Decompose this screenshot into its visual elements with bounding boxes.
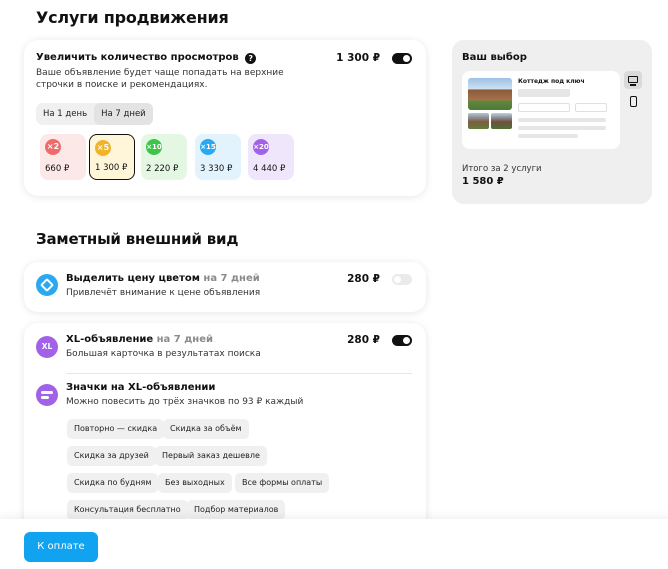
xl-description: Большая карточка в результатах поиска bbox=[66, 349, 261, 359]
highlight-price-toggle[interactable] bbox=[392, 274, 412, 285]
views-description: Ваше объявление будет чаще попадать на в… bbox=[36, 68, 284, 90]
views-option-x2[interactable]: ×2 660 ₽ bbox=[40, 134, 86, 180]
views-title: Увеличить количество просмотров ? bbox=[36, 52, 257, 64]
badge-chip-first-order[interactable]: Первый заказ дешевле bbox=[155, 446, 267, 466]
badge-chip-repeat-discount[interactable]: Повторно — скидка bbox=[67, 419, 165, 439]
preview-thumb-2 bbox=[491, 113, 512, 129]
multiplier-badge: ×20 bbox=[253, 139, 269, 155]
preview-placeholder-field-1 bbox=[518, 103, 570, 112]
badge-chip-all-payment-forms[interactable]: Все формы оплаты bbox=[235, 473, 330, 493]
highlight-price-card: Выделить цену цветом на 7 дней Привлечёт… bbox=[24, 262, 426, 312]
preview-thumb-1 bbox=[468, 113, 489, 129]
multiplier-badge: ×5 bbox=[95, 140, 111, 156]
choice-title: Ваш выбор bbox=[462, 52, 527, 63]
badge-chip-friends-discount[interactable]: Скидка за друзей bbox=[67, 446, 156, 466]
badge-chip-weekday-discount[interactable]: Скидка по будням bbox=[67, 473, 159, 493]
preview-placeholder-line-1 bbox=[518, 118, 606, 122]
ad-preview: Коттедж под ключ bbox=[462, 71, 620, 149]
preview-placeholder-line-3 bbox=[518, 134, 578, 138]
badge-chip-volume-discount[interactable]: Скидка за объём bbox=[163, 419, 249, 439]
pay-button[interactable]: К оплате bbox=[24, 532, 98, 562]
option-price: 660 ₽ bbox=[45, 164, 70, 174]
mobile-view-button[interactable] bbox=[624, 93, 642, 111]
badge-chip-no-weekends[interactable]: Без выходных bbox=[158, 473, 232, 493]
bottom-bar bbox=[0, 519, 668, 569]
highlight-price-icon bbox=[36, 274, 58, 296]
views-toggle[interactable] bbox=[392, 53, 412, 64]
badge-chip-free-consultation[interactable]: Консультация бесплатно bbox=[67, 500, 188, 520]
views-option-x5[interactable]: ×5 1 300 ₽ bbox=[89, 134, 135, 180]
views-option-x20[interactable]: ×20 4 440 ₽ bbox=[248, 134, 294, 180]
badges-icon bbox=[36, 384, 58, 406]
badges-title: Значки на XL-объявлении bbox=[66, 382, 216, 393]
desktop-view-button[interactable] bbox=[624, 71, 642, 89]
option-price: 4 440 ₽ bbox=[253, 164, 286, 174]
multiplier-badge: ×10 bbox=[146, 139, 162, 155]
xl-card: XL XL-объявление на 7 дней Большая карто… bbox=[24, 323, 426, 533]
highlight-price-price: 280 ₽ bbox=[347, 273, 380, 285]
views-option-x10[interactable]: ×10 2 220 ₽ bbox=[141, 134, 187, 180]
period-option-1-day[interactable]: На 1 день bbox=[36, 103, 94, 125]
views-price: 1 300 ₽ bbox=[336, 52, 380, 64]
highlight-price-description: Привлечёт внимание к цене объявления bbox=[66, 288, 261, 298]
xl-toggle[interactable] bbox=[392, 335, 412, 346]
badge-chip-material-selection[interactable]: Подбор материалов bbox=[187, 500, 286, 520]
multiplier-badge: ×2 bbox=[45, 139, 61, 155]
total-value: 1 580 ₽ bbox=[462, 176, 504, 187]
option-price: 1 300 ₽ bbox=[95, 163, 128, 173]
help-icon[interactable]: ? bbox=[245, 53, 257, 64]
option-price: 3 330 ₽ bbox=[200, 164, 233, 174]
views-option-x15[interactable]: ×15 3 330 ₽ bbox=[195, 134, 241, 180]
choice-panel: Ваш выбор Коттедж под ключ Итого за 2 ус… bbox=[452, 40, 652, 204]
preview-placeholder-line-2 bbox=[518, 126, 606, 130]
preview-title: Коттедж под ключ bbox=[518, 78, 585, 85]
badge-lines-icon bbox=[41, 391, 53, 394]
preview-main-photo bbox=[468, 78, 512, 110]
multiplier-badge: ×15 bbox=[200, 139, 216, 155]
promotion-section-title: Услуги продвижения bbox=[36, 8, 229, 27]
xl-icon: XL bbox=[36, 336, 58, 358]
mobile-icon bbox=[630, 96, 637, 107]
preview-placeholder-price bbox=[518, 89, 570, 97]
period-option-7-days[interactable]: На 7 дней bbox=[94, 103, 153, 125]
desktop-icon bbox=[628, 76, 638, 83]
period-selector: На 1 день На 7 дней bbox=[36, 103, 153, 125]
badges-description: Можно повесить до трёх значков по 93 ₽ к… bbox=[66, 397, 304, 407]
tag-icon bbox=[39, 277, 55, 293]
xl-title: XL-объявление на 7 дней bbox=[66, 334, 213, 345]
highlight-price-title: Выделить цену цветом на 7 дней bbox=[66, 273, 260, 284]
preview-placeholder-field-2 bbox=[575, 103, 607, 112]
option-price: 2 220 ₽ bbox=[146, 164, 179, 174]
divider bbox=[66, 373, 412, 374]
total-label: Итого за 2 услуги bbox=[462, 164, 542, 174]
appearance-section-title: Заметный внешний вид bbox=[36, 230, 239, 248]
views-card: Увеличить количество просмотров ? Ваше о… bbox=[24, 40, 426, 196]
xl-price: 280 ₽ bbox=[347, 334, 380, 346]
